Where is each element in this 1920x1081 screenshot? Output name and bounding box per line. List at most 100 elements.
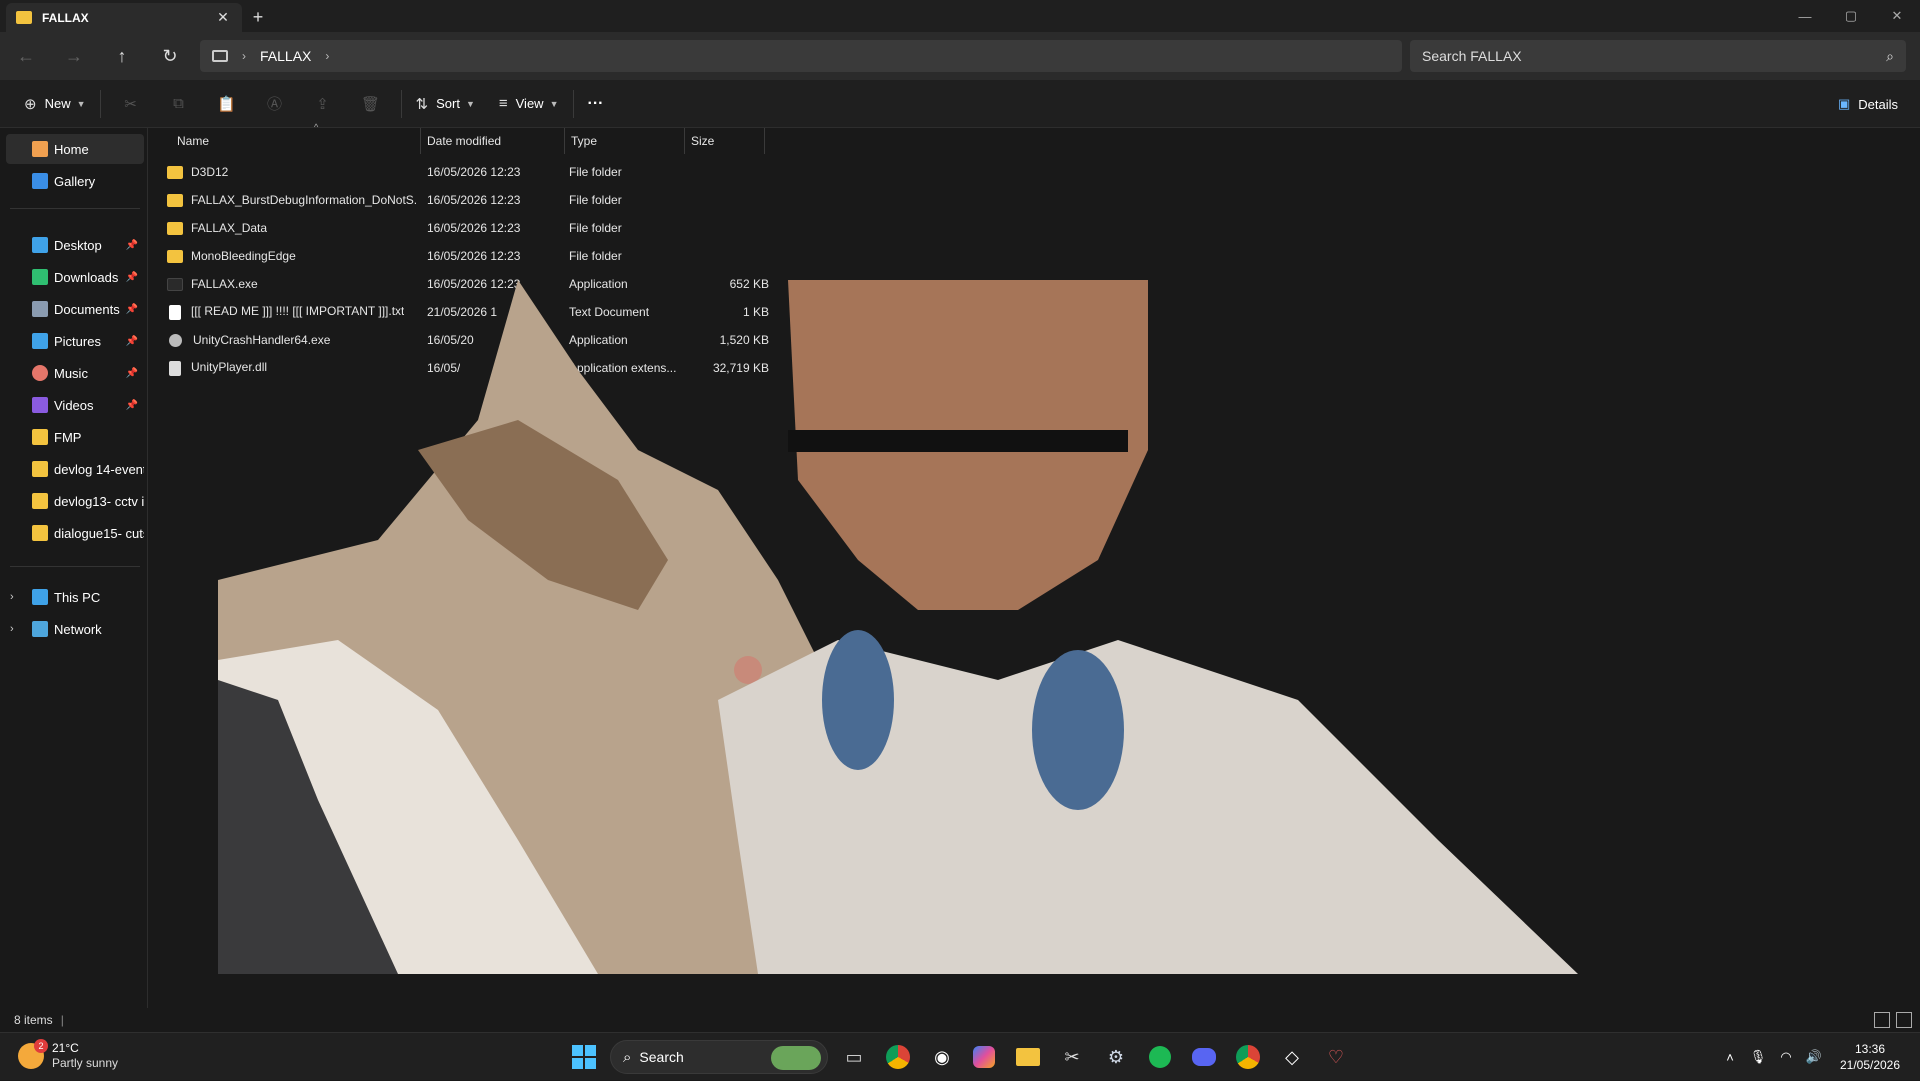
sidebar-item-fmp[interactable]: FMP [6,422,144,452]
column-label: Size [691,134,715,148]
search-box[interactable]: Search FALLAX ⌕ [1410,40,1906,72]
new-button[interactable]: ⊕ New ▼ [16,86,94,122]
pin-icon[interactable]: 📌 [126,400,138,411]
column-header-type[interactable]: Type [565,128,685,154]
sidebar-item-network[interactable]: › Network [6,614,144,644]
expand-chevron-icon[interactable]: › [10,591,22,603]
unity-icon[interactable]: ◇ [1276,1041,1308,1073]
maximize-button[interactable]: ▢ [1828,0,1874,32]
navigation-pane: Home Gallery Desktop 📌 Downloads 📌 Docum… [0,128,148,1008]
copy-icon[interactable]: ⧉ [155,86,203,122]
back-button[interactable]: ← [2,36,50,76]
sidebar-item-dialogue15[interactable]: dialogue15- cuts [6,518,144,548]
file-name: FALLAX_Data [191,220,268,235]
table-row[interactable]: D3D12 16/05/2026 12:23 File folder [163,158,913,186]
delete-icon[interactable]: 🗑 [347,86,395,122]
more-options-button[interactable]: ··· [580,86,612,122]
folder-icon [32,493,48,509]
sidebar-item-devlog13[interactable]: devlog13- cctv ir [6,486,144,516]
clock-time: 13:36 [1854,1042,1886,1056]
show-hidden-icons-chevron-icon[interactable]: ˄ [1716,1050,1744,1065]
tab-fallax[interactable]: FALLAX ✕ [6,3,242,32]
breadcrumb-chevron-icon[interactable]: › [242,49,246,63]
cut-icon[interactable]: ✂ [107,86,155,122]
column-header-name[interactable]: Name ^ [171,122,421,154]
pin-icon[interactable]: 📌 [126,272,138,283]
details-button[interactable]: ▣ Details [1838,86,1898,122]
share-icon[interactable]: ⇪ [299,86,347,122]
taskbar-search[interactable]: ⌕ Search [610,1040,828,1074]
dll-file-icon [169,360,181,376]
sort-up-icon: ^ [314,122,319,132]
obs-icon[interactable]: ◉ [926,1041,958,1073]
column-header-date[interactable]: Date modified [421,128,565,154]
column-label: Name [177,134,210,148]
videos-icon [32,397,48,413]
pin-icon[interactable]: 📌 [126,368,138,379]
sidebar-item-label: Desktop [54,237,102,253]
spotify-icon[interactable] [1144,1041,1176,1073]
copilot-icon[interactable] [968,1041,1000,1073]
new-tab-button[interactable]: + [242,3,274,32]
details-view-icon[interactable] [1874,1012,1890,1028]
weather-widget[interactable]: 2 21°C Partly sunny [18,1039,118,1071]
task-view-icon[interactable]: ▭ [838,1041,870,1073]
sidebar-item-music[interactable]: Music 📌 [6,358,144,388]
sidebar-item-label: Documents [54,301,120,317]
close-window-button[interactable]: ✕ [1874,0,1920,32]
forward-button[interactable]: → [50,36,98,76]
sidebar-item-home[interactable]: Home [6,134,144,164]
discord-icon[interactable] [1188,1041,1220,1073]
breadcrumb-fallax[interactable]: FALLAX [260,48,311,64]
microphone-icon[interactable]: 🎙 [1744,1049,1772,1065]
folder-icon [167,222,183,236]
wifi-icon[interactable]: ◠ [1772,1049,1800,1065]
search-input[interactable]: Search FALLAX [1422,48,1886,64]
paste-icon[interactable]: 📋 [203,86,251,122]
refresh-button[interactable]: ↻ [146,36,194,76]
close-tab-icon[interactable]: ✕ [214,9,232,26]
sidebar-item-gallery[interactable]: Gallery [6,166,144,196]
folder-icon [32,461,48,477]
expand-chevron-icon[interactable]: › [10,623,22,635]
volume-icon[interactable]: 🔊 [1800,1049,1828,1065]
pin-icon[interactable]: 📌 [126,336,138,347]
clock[interactable]: 13:36 21/05/2026 [1828,1041,1912,1073]
file-name: MonoBleedingEdge [191,248,296,263]
mouth-gap [788,430,1128,452]
heart-app-icon[interactable]: ♡ [1320,1041,1352,1073]
pin-icon[interactable]: 📌 [126,304,138,315]
pin-icon[interactable]: 📌 [126,240,138,251]
sidebar-item-downloads[interactable]: Downloads 📌 [6,262,144,292]
table-row[interactable]: FALLAX_BurstDebugInformation_DoNotS... 1… [163,186,913,214]
sidebar-item-desktop[interactable]: Desktop 📌 [6,230,144,260]
home-icon [32,141,48,157]
address-bar[interactable]: › FALLAX › [200,40,1402,72]
file-explorer-icon[interactable] [1012,1041,1044,1073]
sidebar-item-devlog14[interactable]: devlog 14-events [6,454,144,484]
sidebar-item-label: Music [54,365,88,381]
up-button[interactable]: ↑ [98,36,146,76]
column-header-size[interactable]: Size [685,128,765,154]
sidebar-item-videos[interactable]: Videos 📌 [6,390,144,420]
minimize-button[interactable]: — [1782,0,1828,32]
view-button[interactable]: ≡ View ▼ [491,86,567,122]
steam-icon[interactable]: ⚙ [1100,1041,1132,1073]
sidebar-item-this-pc[interactable]: › This PC [6,582,144,612]
file-explorer-window: FALLAX ✕ + — ▢ ✕ ← → ↑ ↻ › FALLAX › Sear… [0,0,1920,1032]
tiles-view-icon[interactable] [1896,1012,1912,1028]
table-row[interactable]: MonoBleedingEdge 16/05/2026 12:23 File f… [163,242,913,270]
sort-button[interactable]: ⇅ Sort ▼ [408,86,483,122]
rename-icon[interactable]: Ⓐ [251,86,299,122]
chrome-icon[interactable] [882,1041,914,1073]
sidebar-item-pictures[interactable]: Pictures 📌 [6,326,144,356]
snipping-tool-icon[interactable]: ✂ [1056,1041,1088,1073]
divider [10,208,140,209]
sidebar-item-documents[interactable]: Documents 📌 [6,294,144,324]
chrome-profile-icon[interactable] [1232,1041,1264,1073]
sidebar-item-label: Gallery [54,173,96,189]
table-row[interactable]: FALLAX_Data 16/05/2026 12:23 File folder [163,214,913,242]
breadcrumb-chevron-icon[interactable]: › [325,49,329,63]
headphones [1032,650,1124,810]
start-button[interactable] [572,1045,596,1069]
